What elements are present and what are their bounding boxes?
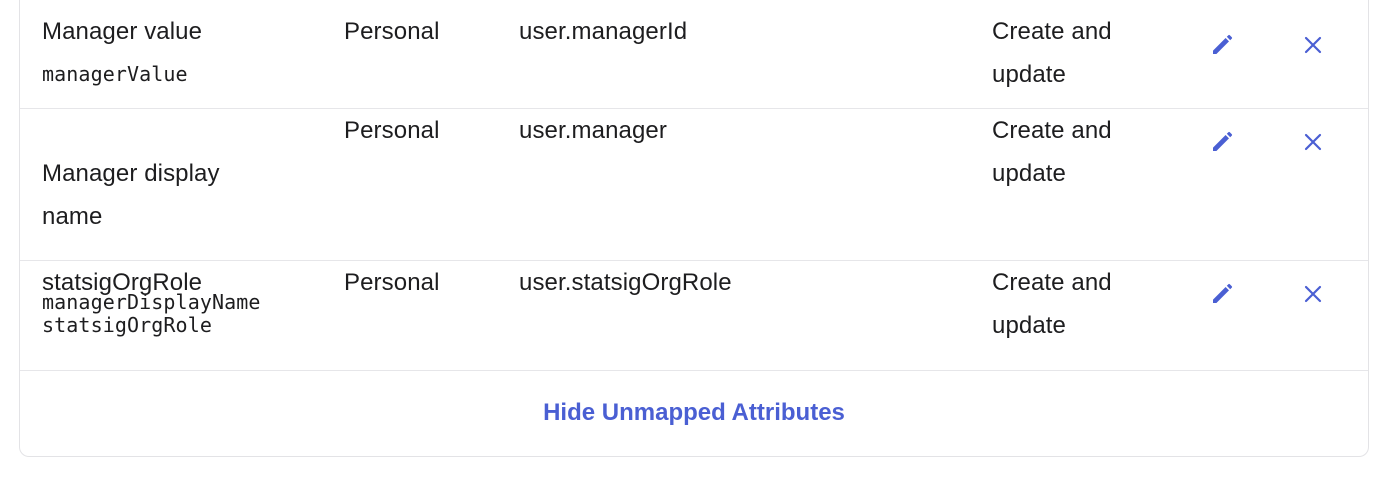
close-icon xyxy=(1304,133,1322,151)
attribute-expression: user.manager xyxy=(519,117,667,144)
attribute-mapping-table: Manager value managerValue Personal user… xyxy=(19,0,1369,457)
attribute-type: Personal xyxy=(344,18,440,45)
edit-button[interactable] xyxy=(1205,28,1239,62)
table-row: statsigOrgRole statsigOrgRole Personal u… xyxy=(20,261,1368,371)
pencil-icon xyxy=(1213,283,1233,303)
table-row: Manager display name managerDisplayName … xyxy=(20,109,1368,314)
edit-button[interactable] xyxy=(1205,277,1239,311)
pencil-icon xyxy=(1213,131,1233,151)
close-icon xyxy=(1304,36,1322,54)
attribute-expression: user.managerId xyxy=(519,18,688,45)
remove-button[interactable] xyxy=(1296,125,1330,159)
table-footer: Hide Unmapped Attributes xyxy=(20,371,1368,456)
attribute-expression: user.statsigOrgRole xyxy=(519,269,732,296)
apply-on: Create and update xyxy=(992,269,1112,339)
apply-on: Create and update xyxy=(992,117,1112,187)
attribute-key: managerValue xyxy=(42,62,188,86)
attribute-label: statsigOrgRole xyxy=(42,269,203,296)
table-row: Manager value managerValue Personal user… xyxy=(20,0,1368,109)
remove-button[interactable] xyxy=(1296,277,1330,311)
pencil-icon xyxy=(1213,34,1233,54)
remove-button[interactable] xyxy=(1296,28,1330,62)
attribute-name-cell: statsigOrgRole statsigOrgRole xyxy=(42,261,312,347)
apply-on: Create and update xyxy=(992,18,1112,88)
close-icon xyxy=(1304,285,1322,303)
hide-unmapped-attributes-button[interactable]: Hide Unmapped Attributes xyxy=(543,399,845,427)
edit-button[interactable] xyxy=(1205,125,1239,159)
attribute-key: statsigOrgRole xyxy=(42,313,212,337)
attribute-type: Personal xyxy=(344,269,440,296)
attribute-name-cell: Manager value managerValue xyxy=(42,10,312,96)
attribute-label: Manager value xyxy=(42,18,203,45)
attribute-label: Manager display name xyxy=(42,160,220,230)
attribute-type: Personal xyxy=(344,117,440,144)
